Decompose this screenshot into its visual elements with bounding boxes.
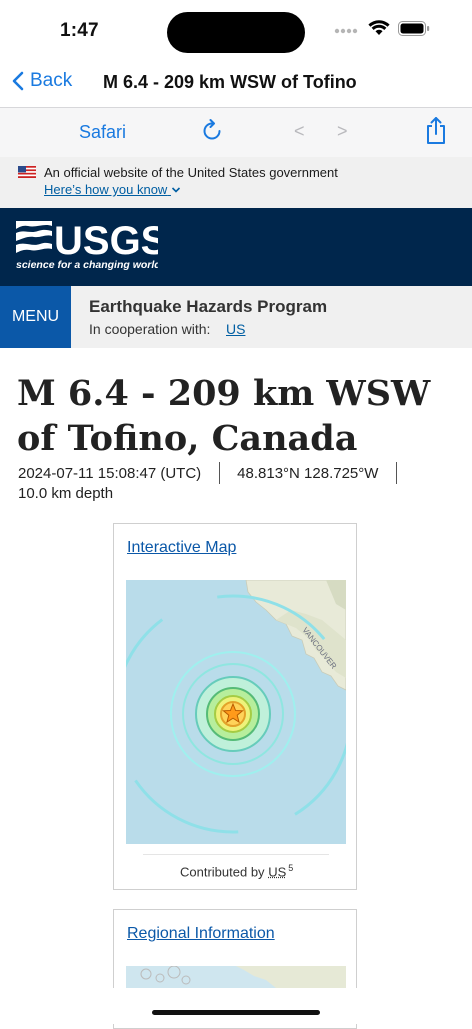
- contributor-count: 5: [288, 863, 293, 873]
- event-time: 2024-07-11 15:08:47 (UTC): [18, 465, 201, 482]
- safari-toolbar: [0, 107, 472, 158]
- divider: [396, 462, 397, 484]
- share-button[interactable]: [424, 116, 448, 151]
- event-location: 48.813°N 128.725°W: [237, 465, 378, 482]
- usgs-wordmark: USGS: [54, 219, 158, 263]
- dynamic-island: [167, 12, 305, 53]
- reload-button[interactable]: [200, 118, 224, 149]
- reload-icon: [200, 118, 224, 144]
- status-time: 1:47: [60, 20, 99, 42]
- gov-banner-text: An official website of the United States…: [44, 165, 338, 180]
- page-back-button[interactable]: <: [294, 121, 305, 142]
- page-forward-button[interactable]: >: [337, 121, 348, 142]
- bottom-safe-area: [0, 988, 472, 1024]
- menu-button[interactable]: MENU: [0, 286, 71, 348]
- battery-icon: [398, 21, 430, 41]
- usgs-tagline: science for a changing world: [16, 259, 158, 271]
- us-flag-icon: [18, 165, 36, 183]
- heres-how-you-know-link[interactable]: Here’s how you know: [44, 182, 181, 197]
- cooperation-us-link[interactable]: US: [226, 321, 245, 337]
- back-label: Back: [30, 70, 72, 92]
- share-icon: [424, 116, 448, 146]
- chevron-left-icon: [12, 71, 24, 91]
- contributed-by: Contributed by US 5: [180, 863, 293, 879]
- open-in-safari-button[interactable]: Safari: [79, 122, 126, 143]
- nav-title: M 6.4 - 209 km WSW of Tofino: [103, 72, 357, 93]
- event-depth: 10.0 km depth: [18, 485, 113, 502]
- divider: [143, 854, 329, 855]
- contributor-link[interactable]: US: [268, 864, 286, 879]
- divider: [219, 462, 220, 484]
- contributed-label: Contributed by: [180, 864, 265, 879]
- cellular-signal-icon: [334, 22, 360, 40]
- interactive-map-link[interactable]: Interactive Map: [127, 539, 236, 557]
- usgs-logo[interactable]: USGS science for a changing world: [16, 219, 158, 276]
- regional-information-link[interactable]: Regional Information: [127, 925, 275, 943]
- program-title: Earthquake Hazards Program: [89, 297, 327, 317]
- cooperation-label: In cooperation with:: [89, 321, 210, 337]
- status-icons: [334, 20, 430, 41]
- chevron-down-icon: [171, 186, 181, 194]
- regional-map-thumbnail[interactable]: [126, 966, 346, 988]
- home-indicator[interactable]: [152, 1010, 320, 1015]
- back-button[interactable]: Back: [12, 70, 72, 92]
- event-meta: 2024-07-11 15:08:47 (UTC) 48.813°N 128.7…: [18, 462, 414, 484]
- usgs-wave-icon: [16, 221, 52, 253]
- wifi-icon: [368, 20, 390, 41]
- heres-how-you-know-label: Here’s how you know: [44, 182, 167, 197]
- shakemap-thumbnail[interactable]: VANCOUVER: [126, 580, 346, 844]
- page-title: M 6.4 - 209 km WSW of Tofino, Canada: [17, 371, 462, 461]
